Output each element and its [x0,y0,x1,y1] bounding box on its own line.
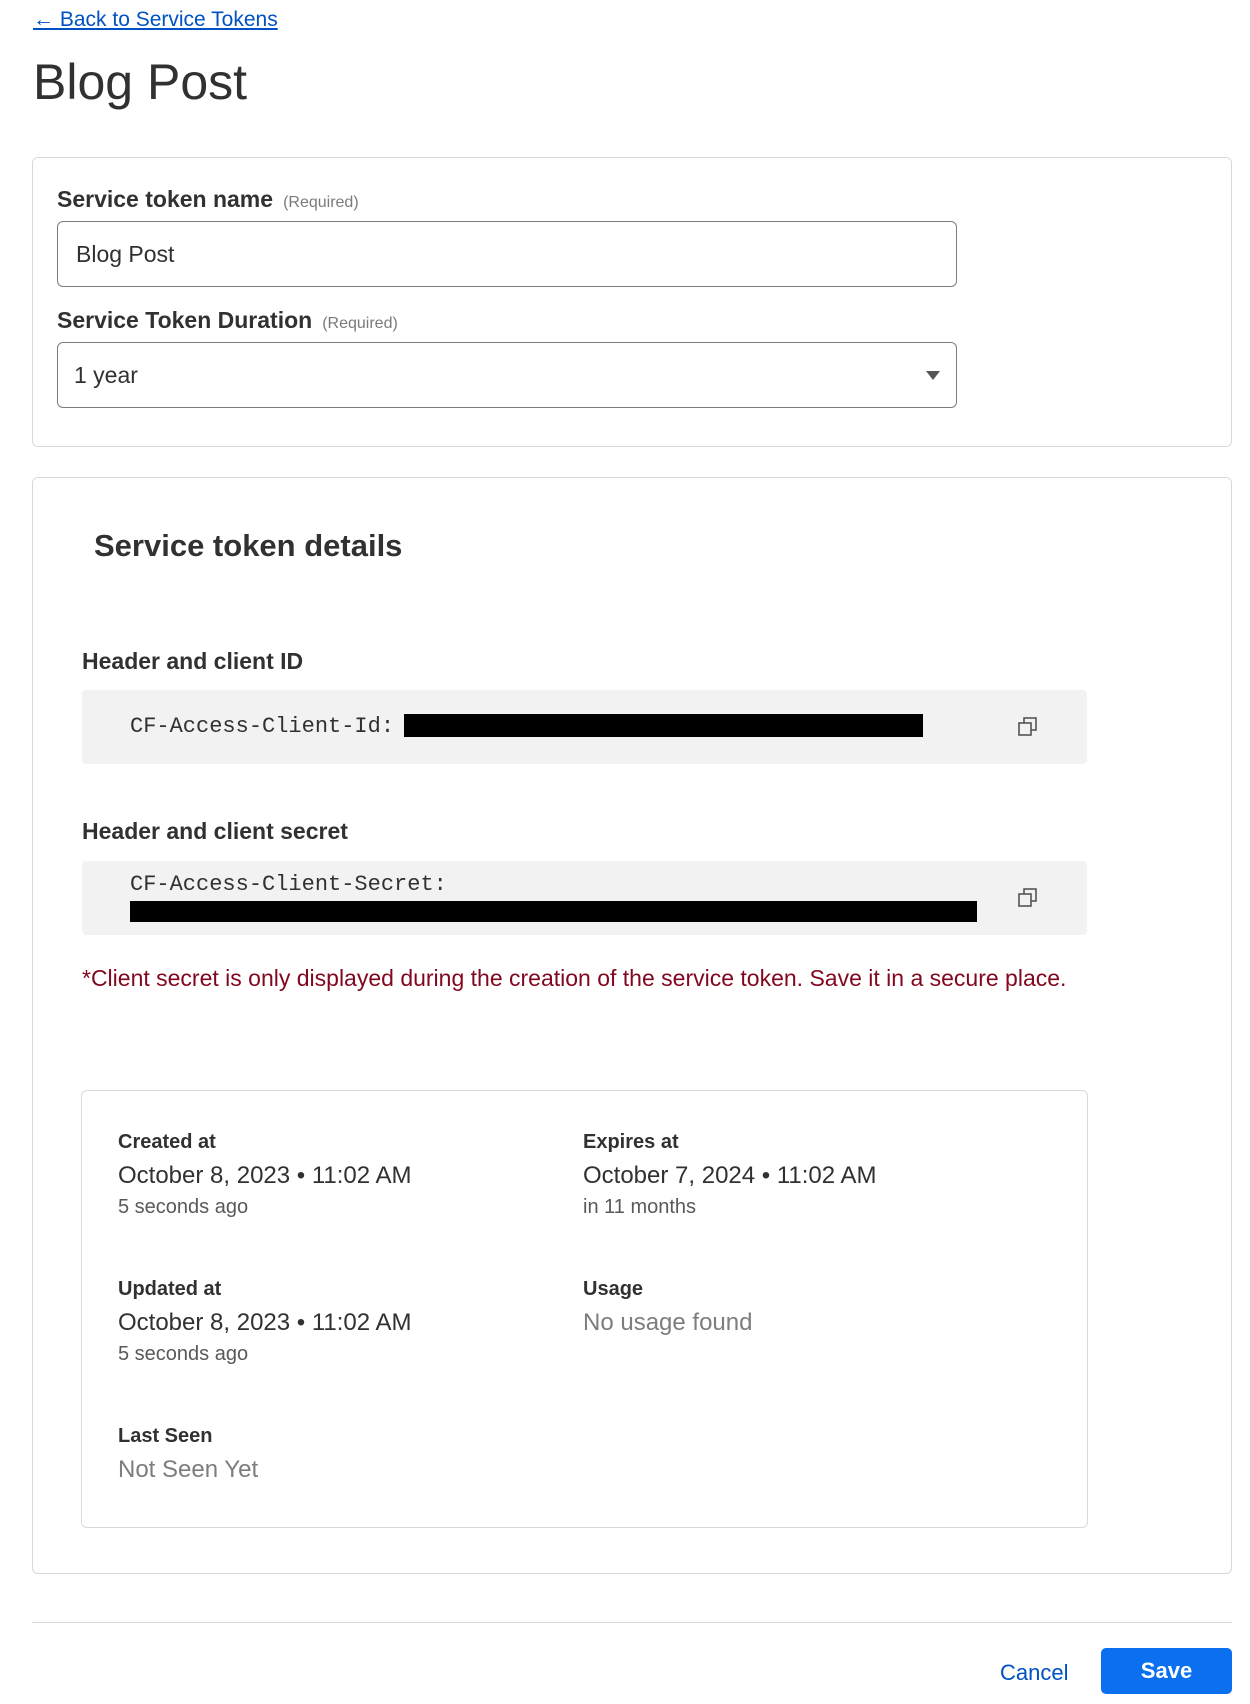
client-secret-code-block: CF-Access-Client-Secret: [82,861,1087,935]
client-id-label: Header and client ID [82,648,304,674]
service-token-details-card: Service token details Header and client … [32,477,1232,1574]
service-token-name-label: Service token name (Required) [57,186,359,213]
service-token-details-title: Service token details [94,528,403,563]
expires-at-item: Expires at October 7, 2024 • 11:02 AM in… [583,1131,876,1219]
cancel-button[interactable]: Cancel [1000,1652,1068,1694]
usage-item: Usage No usage found [583,1278,752,1337]
client-id-header: CF-Access-Client-Id: [130,714,395,739]
updated-at-value: October 8, 2023 • 11:02 AM [118,1309,412,1336]
service-token-duration-label-text: Service Token Duration [57,307,313,333]
last-seen-item: Last Seen Not Seen Yet [118,1425,258,1484]
chevron-down-icon [926,371,940,380]
updated-at-item: Updated at October 8, 2023 • 11:02 AM 5 … [118,1278,411,1366]
token-form-card: Service token name (Required) Service Tok… [32,157,1232,447]
service-token-duration-select[interactable]: 1 year [57,342,957,408]
client-secret-header: CF-Access-Client-Secret: [130,872,447,897]
token-info-card: Created at October 8, 2023 • 11:02 AM 5 … [81,1090,1088,1528]
updated-at-label: Updated at [118,1278,222,1300]
created-at-relative: 5 seconds ago [118,1196,249,1218]
service-token-duration-label: Service Token Duration (Required) [57,307,398,334]
created-at-value: October 8, 2023 • 11:02 AM [118,1162,412,1189]
usage-value: No usage found [583,1309,753,1336]
created-at-item: Created at October 8, 2023 • 11:02 AM 5 … [118,1131,411,1219]
client-secret-label: Header and client secret [82,818,348,844]
copy-icon[interactable] [1017,887,1039,909]
client-secret-warning: *Client secret is only displayed during … [82,965,1067,991]
page-title: Blog Post [33,54,248,110]
client-secret-redacted-value [130,901,977,922]
save-button[interactable]: Save [1101,1648,1232,1694]
footer-divider [32,1622,1232,1623]
service-token-name-input[interactable] [57,221,957,287]
client-id-code-block: CF-Access-Client-Id: [82,690,1087,764]
created-at-label: Created at [118,1131,216,1153]
updated-at-relative: 5 seconds ago [118,1343,249,1365]
expires-at-value: October 7, 2024 • 11:02 AM [583,1162,877,1189]
expires-at-label: Expires at [583,1131,679,1153]
duration-selected-value: 1 year [74,362,138,388]
required-hint: (Required) [322,315,398,332]
usage-label: Usage [583,1278,644,1300]
last-seen-value: Not Seen Yet [118,1456,259,1483]
expires-at-relative: in 11 months [583,1196,697,1218]
back-to-service-tokens-link[interactable]: ← Back to Service Tokens [33,8,278,32]
copy-icon[interactable] [1017,716,1039,738]
client-id-redacted-value [404,714,923,737]
service-token-name-label-text: Service token name [57,186,274,212]
last-seen-label: Last Seen [118,1425,213,1447]
required-hint: (Required) [283,194,359,211]
